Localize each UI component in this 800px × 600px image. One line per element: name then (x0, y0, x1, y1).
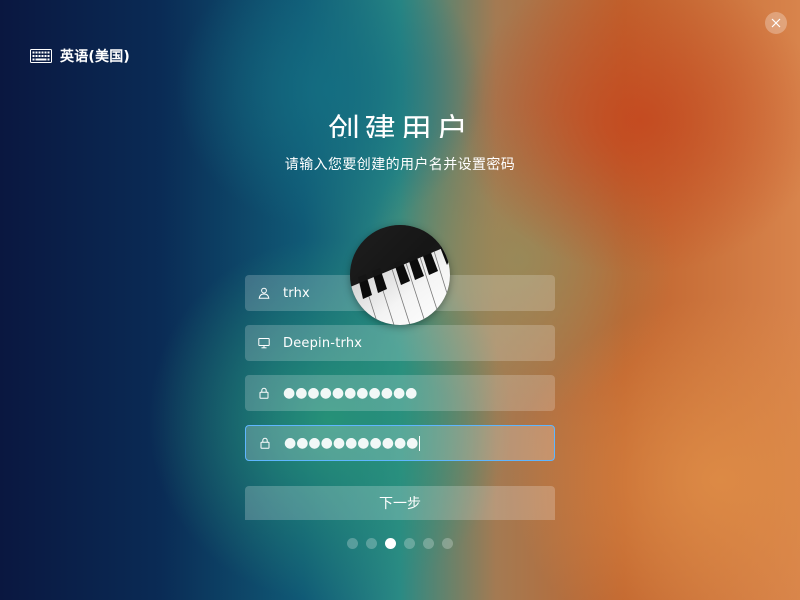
next-button[interactable]: 下一步 (245, 486, 555, 520)
keyboard-layout-selector[interactable]: 英语(美国) (30, 46, 130, 66)
page-title-container: 创建用户 (0, 108, 800, 138)
page-title: 创建用户 (327, 111, 472, 138)
page-subtitle: 请输入您要创建的用户名并设置密码 (284, 157, 516, 173)
avatar-image (350, 225, 450, 325)
keyboard-layout-label: 英语(美国) (60, 49, 130, 65)
password-masked-value: ●●●●●●●●●●● (283, 385, 418, 401)
text-caret (419, 435, 421, 451)
confirm-password-field[interactable]: ●●●●●●●●●●● (245, 425, 555, 461)
user-icon (258, 287, 270, 299)
step-dot (404, 538, 415, 549)
step-dot (366, 538, 377, 549)
password-field[interactable]: ●●●●●●●●●●● (245, 375, 555, 411)
close-icon (771, 18, 781, 28)
confirm-password-masked-value: ●●●●●●●●●●● (284, 435, 419, 451)
close-button[interactable] (765, 12, 787, 34)
keyboard-icon (30, 49, 52, 63)
username-value: trhx (283, 285, 310, 301)
lock-icon (259, 387, 269, 399)
step-indicator (347, 538, 453, 549)
step-dot-active (385, 538, 396, 549)
step-dot (442, 538, 453, 549)
avatar[interactable] (350, 225, 450, 325)
computer-icon (258, 338, 270, 349)
hostname-field[interactable]: Deepin-trhx (245, 325, 555, 361)
step-dot (347, 538, 358, 549)
hostname-value: Deepin-trhx (283, 335, 363, 351)
lock-icon (260, 437, 270, 449)
step-dot (423, 538, 434, 549)
